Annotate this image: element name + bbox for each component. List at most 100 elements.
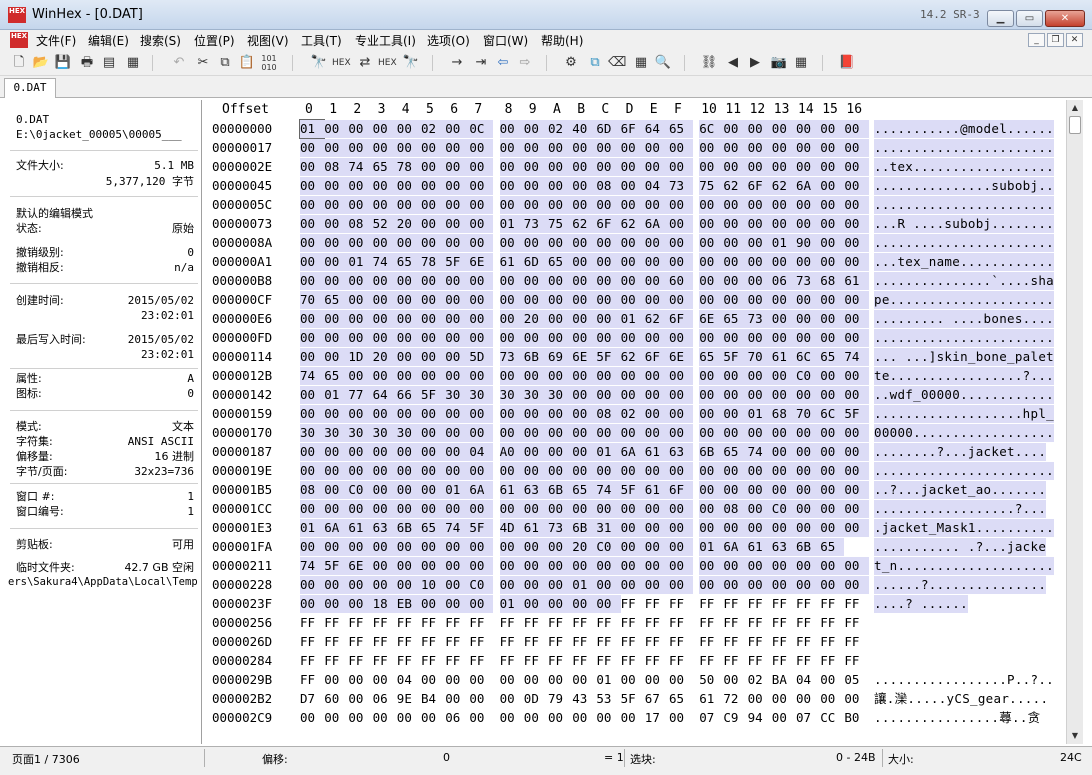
hex-byte[interactable]: 00 [324, 196, 349, 214]
hex-byte[interactable]: 20 [396, 215, 421, 233]
hex-byte[interactable]: 01 [771, 234, 796, 252]
hex-byte[interactable]: 67 [645, 690, 669, 708]
hex-byte[interactable]: 00 [620, 253, 645, 271]
hex-byte[interactable]: 00 [421, 329, 446, 347]
hex-byte[interactable]: 61 [771, 348, 796, 366]
hex-byte[interactable]: 74 [844, 348, 869, 366]
text-column-row[interactable]: ... ...]skin_bone_palet [874, 348, 1054, 366]
hex-byte[interactable]: 01 [324, 386, 349, 404]
hex-byte[interactable]: 00 [699, 481, 724, 499]
hex-byte[interactable]: 00 [324, 329, 349, 347]
replace-text-icon[interactable]: ⇄ [356, 54, 374, 72]
hex-byte[interactable]: 00 [844, 424, 869, 442]
find-again-icon[interactable]: 🔭 [402, 54, 420, 72]
hex-byte[interactable]: 00 [844, 576, 869, 594]
hex-byte[interactable]: 00 [771, 158, 796, 176]
hex-byte[interactable]: 00 [396, 234, 421, 252]
hex-byte[interactable]: 20 [523, 310, 548, 328]
hex-byte[interactable]: 00 [596, 272, 621, 290]
hex-byte[interactable]: 00 [771, 196, 796, 214]
hex-byte[interactable]: 00 [723, 462, 748, 480]
hex-byte[interactable]: 78 [421, 253, 446, 271]
hex-byte[interactable]: 00 [820, 443, 845, 461]
text-column-row[interactable]: ....................... [874, 139, 1054, 157]
hex-byte[interactable]: 00 [796, 481, 821, 499]
hex-byte[interactable]: 30 [372, 424, 397, 442]
hex-byte[interactable]: 00 [844, 481, 869, 499]
hex-byte[interactable]: FF [500, 614, 524, 632]
hex-byte[interactable]: FF [348, 652, 372, 670]
hex-byte[interactable]: 00 [669, 367, 693, 385]
hex-byte[interactable]: 00 [523, 196, 548, 214]
hex-byte[interactable]: 00 [499, 500, 524, 518]
hex-byte[interactable]: C0 [469, 576, 494, 594]
hex-byte[interactable]: 00 [620, 367, 645, 385]
new-file-icon[interactable]: 🗋 [10, 54, 28, 72]
hex-byte[interactable]: 00 [548, 462, 573, 480]
hex-byte[interactable]: 00 [820, 386, 845, 404]
hex-byte[interactable]: 00 [844, 253, 869, 271]
hex-byte[interactable]: 08 [348, 215, 373, 233]
hex-byte[interactable]: 6B [796, 538, 821, 556]
hex-byte[interactable]: FF [421, 652, 445, 670]
hex-byte[interactable]: 00 [300, 462, 325, 480]
text-column-row[interactable]: te.................?... [874, 367, 1054, 385]
hex-byte[interactable]: 00 [324, 177, 349, 195]
hex-byte[interactable]: FF [820, 652, 844, 670]
hex-byte[interactable]: FF [796, 652, 820, 670]
hex-byte[interactable]: 01 [499, 595, 524, 613]
hex-byte[interactable]: 00 [723, 557, 748, 575]
hex-byte[interactable]: 00 [324, 348, 349, 366]
hex-byte[interactable]: 6A [796, 177, 821, 195]
hex-byte[interactable]: 00 [820, 557, 845, 575]
hex-byte[interactable]: 00 [572, 500, 597, 518]
hex-byte[interactable]: 00 [421, 595, 446, 613]
hex-byte[interactable]: 00 [699, 329, 724, 347]
hex-byte[interactable]: 00 [796, 139, 821, 157]
hex-byte[interactable]: 74 [445, 519, 470, 537]
hex-byte[interactable]: 00 [771, 424, 796, 442]
hex-byte[interactable]: 00 [723, 291, 748, 309]
hex-byte[interactable]: FF [645, 652, 669, 670]
hex-byte[interactable]: 40 [572, 120, 597, 138]
hex-byte[interactable]: 00 [844, 139, 869, 157]
hex-byte[interactable]: 00 [644, 253, 669, 271]
hex-byte[interactable]: 00 [523, 139, 548, 157]
hex-byte[interactable]: 00 [300, 576, 325, 594]
hex-byte[interactable]: 00 [445, 443, 470, 461]
copy-icon[interactable]: ⧉ [216, 54, 234, 72]
hex-byte[interactable]: 65 [669, 120, 693, 138]
hex-byte[interactable]: 00 [723, 576, 748, 594]
hex-byte[interactable]: 5F [723, 348, 748, 366]
text-column-row[interactable]: ...............`....sha [874, 272, 1054, 290]
hex-byte[interactable]: 00 [469, 500, 494, 518]
hex-byte[interactable]: 53 [596, 690, 620, 708]
mdi-close-button[interactable]: ✕ [1066, 33, 1083, 47]
text-column-row[interactable]: ..tex.................. [874, 158, 1054, 176]
hex-byte[interactable]: 00 [421, 481, 446, 499]
hex-byte[interactable]: 00 [469, 462, 494, 480]
menu-window[interactable]: 窗口(W) [483, 32, 528, 49]
hex-byte[interactable]: 00 [620, 576, 645, 594]
hex-byte[interactable]: 00 [372, 538, 397, 556]
hex-byte[interactable]: 00 [445, 500, 470, 518]
hex-byte[interactable]: 00 [499, 196, 524, 214]
hex-byte[interactable]: 00 [820, 424, 845, 442]
hex-byte[interactable]: 00 [820, 576, 845, 594]
hex-byte[interactable]: 01 [747, 405, 772, 423]
hex-byte[interactable]: 00 [445, 690, 469, 708]
hex-byte[interactable]: 00 [796, 462, 821, 480]
hex-byte[interactable]: 00 [747, 519, 772, 537]
hex-byte[interactable]: 50 [699, 671, 723, 689]
hex-byte[interactable]: FF [669, 652, 693, 670]
document-icon[interactable]: HEX [10, 32, 28, 48]
hex-byte[interactable]: 00 [620, 291, 645, 309]
hex-byte[interactable]: 00 [421, 462, 446, 480]
menu-position[interactable]: 位置(P) [194, 32, 235, 49]
compare-icon[interactable]: ⧉ [586, 54, 604, 72]
hex-byte[interactable]: 61 [523, 519, 548, 537]
hex-byte[interactable]: 00 [572, 386, 597, 404]
hex-byte[interactable]: 18 [372, 595, 397, 613]
hex-byte[interactable]: FF [572, 652, 596, 670]
hex-byte[interactable]: 00 [820, 139, 845, 157]
